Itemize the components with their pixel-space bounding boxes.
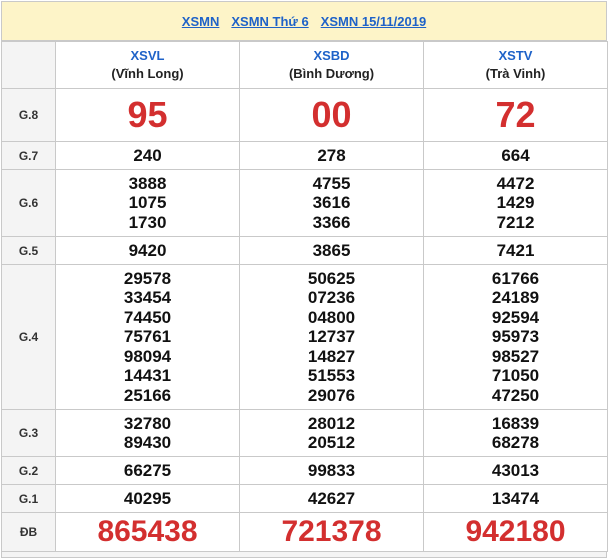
province-header-binh-duong: XSBD (Bình Dương): [239, 41, 424, 89]
prize-value: 9420: [55, 236, 240, 265]
prize-label: G.4: [1, 264, 56, 410]
province-name: (Trà Vinh): [485, 66, 546, 81]
prize-value: 25166: [123, 385, 172, 405]
prize-label: G.2: [1, 456, 56, 485]
prize-label: G.6: [1, 169, 56, 237]
province-name: (Vĩnh Long): [111, 66, 184, 81]
prize-value: 89430: [123, 433, 172, 452]
province-header-vinh-long: XSVL (Vĩnh Long): [55, 41, 240, 89]
prize-value: 42627: [239, 484, 424, 513]
prize-values-vinh-long: 32780 89430: [55, 409, 240, 457]
prize-value: 7421: [423, 236, 608, 265]
prize-value: 98094: [123, 346, 172, 366]
prize-values-tra-vinh: 16839 68278: [423, 409, 608, 457]
prize-value: 33454: [123, 288, 172, 308]
prize-value: 24189: [491, 288, 540, 308]
province-code[interactable]: XSTV: [424, 47, 607, 65]
prize-value: 4755: [312, 173, 351, 193]
prize-label: G.8: [1, 88, 56, 142]
prize-value: 1075: [128, 193, 167, 213]
prize-row-g1: G.1 40295 42627 13474: [1, 484, 608, 513]
prize-value: 07236: [307, 288, 356, 308]
prize-value: 32780: [123, 413, 172, 433]
prize-value: 66275: [55, 456, 240, 485]
prize-value: 29578: [123, 268, 172, 288]
prize-row-g8: G.8 95 00 72: [1, 88, 608, 142]
prize-value: 92594: [491, 307, 540, 327]
prize-values-tra-vinh: 4472 1429 7212: [423, 169, 608, 237]
prize-value: 51553: [307, 366, 356, 386]
prize-value: 95973: [491, 327, 540, 347]
prize-values-tra-vinh: 61766 24189 92594 95973 98527 71050 4725…: [423, 264, 608, 410]
header-corner: [1, 41, 56, 89]
prize-value: 71050: [491, 366, 540, 386]
province-header-tra-vinh: XSTV (Trà Vinh): [423, 41, 608, 89]
prize-value: 664: [423, 141, 608, 170]
prize-row-g2: G.2 66275 99833 43013: [1, 456, 608, 485]
prize-row-g7: G.7 240 278 664: [1, 141, 608, 170]
prize-row-special: ĐB 865438 721378 942180: [1, 512, 608, 552]
prize-value: 95: [55, 88, 240, 142]
prize-value: 12737: [307, 327, 356, 347]
prize-value: 74450: [123, 307, 172, 327]
prize-value: 00: [239, 88, 424, 142]
prize-values-binh-duong: 4755 3616 3366: [239, 169, 424, 237]
prize-values-binh-duong: 28012 20512: [239, 409, 424, 457]
prize-row-g6: G.6 3888 1075 1730 4755 3616 3366 4472 1…: [1, 169, 608, 237]
prize-label: G.1: [1, 484, 56, 513]
prize-value: 240: [55, 141, 240, 170]
xsmn-link[interactable]: XSMN: [182, 14, 220, 29]
prize-value: 99833: [239, 456, 424, 485]
prize-value: 3616: [312, 193, 351, 213]
prize-value: 28012: [307, 413, 356, 433]
prize-label: G.7: [1, 141, 56, 170]
prize-label: G.5: [1, 236, 56, 265]
prize-label: ĐB: [1, 512, 56, 552]
prize-value: 68278: [491, 433, 540, 452]
province-name: (Bình Dương): [288, 66, 375, 81]
xsmn-date-link[interactable]: XSMN 15/11/2019: [321, 14, 427, 29]
province-code[interactable]: XSVL: [56, 47, 239, 65]
prize-values-vinh-long: 3888 1075 1730: [55, 169, 240, 237]
prize-value: 43013: [423, 456, 608, 485]
special-prize-value: 942180: [423, 512, 608, 552]
prize-value: 14431: [123, 366, 172, 386]
prize-value: 14827: [307, 346, 356, 366]
prize-value: 3865: [239, 236, 424, 265]
xsmn-thu6-link[interactable]: XSMN Thứ 6: [231, 14, 308, 29]
prize-row-g5: G.5 9420 3865 7421: [1, 236, 608, 265]
prize-value: 20512: [307, 433, 356, 452]
prize-label: G.3: [1, 409, 56, 457]
prize-value: 16839: [491, 413, 540, 433]
prize-value: 40295: [55, 484, 240, 513]
prize-value: 1429: [496, 193, 535, 213]
prize-value: 7212: [496, 212, 535, 232]
prize-value: 29076: [307, 385, 356, 405]
prize-value: 98527: [491, 346, 540, 366]
prize-row-g3: G.3 32780 89430 28012 20512 16839 68278: [1, 409, 608, 457]
special-prize-value: 721378: [239, 512, 424, 552]
special-prize-value: 865438: [55, 512, 240, 552]
prize-value: 47250: [491, 385, 540, 405]
prize-value: 50625: [307, 268, 356, 288]
prize-value: 278: [239, 141, 424, 170]
prize-value: 1730: [128, 212, 167, 232]
prize-value: 72: [423, 88, 608, 142]
prize-values-vinh-long: 29578 33454 74450 75761 98094 14431 2516…: [55, 264, 240, 410]
prize-value: 04800: [307, 307, 356, 327]
prize-values-binh-duong: 50625 07236 04800 12737 14827 51553 2907…: [239, 264, 424, 410]
results-table: XSVL (Vĩnh Long) XSBD (Bình Dương) XSTV …: [1, 41, 608, 552]
prize-value: 4472: [496, 173, 535, 193]
prize-value: 75761: [123, 327, 172, 347]
province-header-row: XSVL (Vĩnh Long) XSBD (Bình Dương) XSTV …: [1, 41, 608, 89]
province-code[interactable]: XSBD: [240, 47, 423, 65]
prize-value: 3366: [312, 212, 351, 232]
lottery-results-panel: XSMN XSMN Thứ 6 XSMN 15/11/2019 XSVL (Vĩ…: [1, 1, 608, 558]
title-bar: XSMN XSMN Thứ 6 XSMN 15/11/2019: [1, 1, 607, 41]
prize-value: 3888: [128, 173, 167, 193]
prize-value: 13474: [423, 484, 608, 513]
prize-value: 61766: [491, 268, 540, 288]
prize-row-g4: G.4 29578 33454 74450 75761 98094 14431 …: [1, 264, 608, 410]
